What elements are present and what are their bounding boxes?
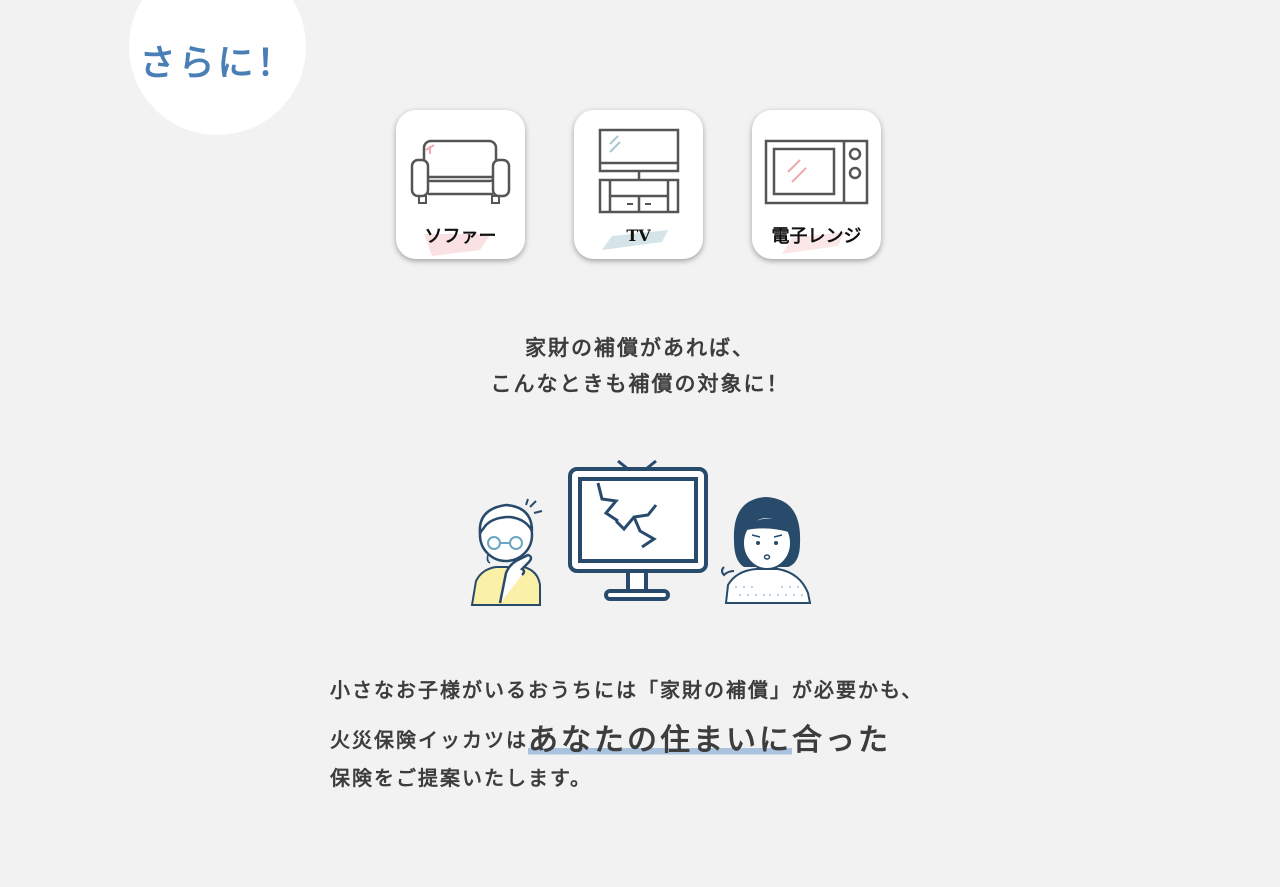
card-label-microwave: 電子レンジ — [771, 226, 862, 247]
shocked-man-figure — [470, 498, 543, 606]
body-line3: 保険をご提案いたします。 — [330, 766, 592, 790]
lead-line1: 家財の補償があれば、 — [525, 336, 755, 360]
card-microwave: 電子レンジ — [752, 110, 881, 259]
card-sofa: ソファー — [396, 110, 525, 259]
card-tv: TV — [574, 110, 703, 259]
lead-text: 家財の補償があれば、 こんなときも補償の対象に！ — [0, 330, 1280, 402]
lead-line2: こんなときも補償の対象に！ — [490, 372, 790, 396]
broken-tv-figure — [568, 459, 708, 601]
body-line2-highlight: あなたの住まいに — [528, 723, 792, 758]
sarani-badge: さらに！ — [129, 0, 306, 135]
body-line2-suffix: 合った — [792, 723, 891, 758]
body-line1: 小さなお子様がいるおうちには「家財の補償」が必要かも、 — [330, 678, 924, 702]
worried-woman-figure — [721, 497, 812, 604]
badge-text: さらに！ — [139, 43, 296, 84]
body-line2: 火災保険イッカツはあなたの住まいに合った — [330, 712, 891, 758]
appliance-cards: ソファー TV 電子レンジ — [396, 110, 882, 260]
card-label-sofa: ソファー — [424, 226, 497, 247]
broken-tv-people-illustration — [470, 459, 812, 606]
body-line2-prefix: 火災保険イッカツは — [330, 728, 528, 752]
card-label-tv: TV — [626, 226, 651, 245]
